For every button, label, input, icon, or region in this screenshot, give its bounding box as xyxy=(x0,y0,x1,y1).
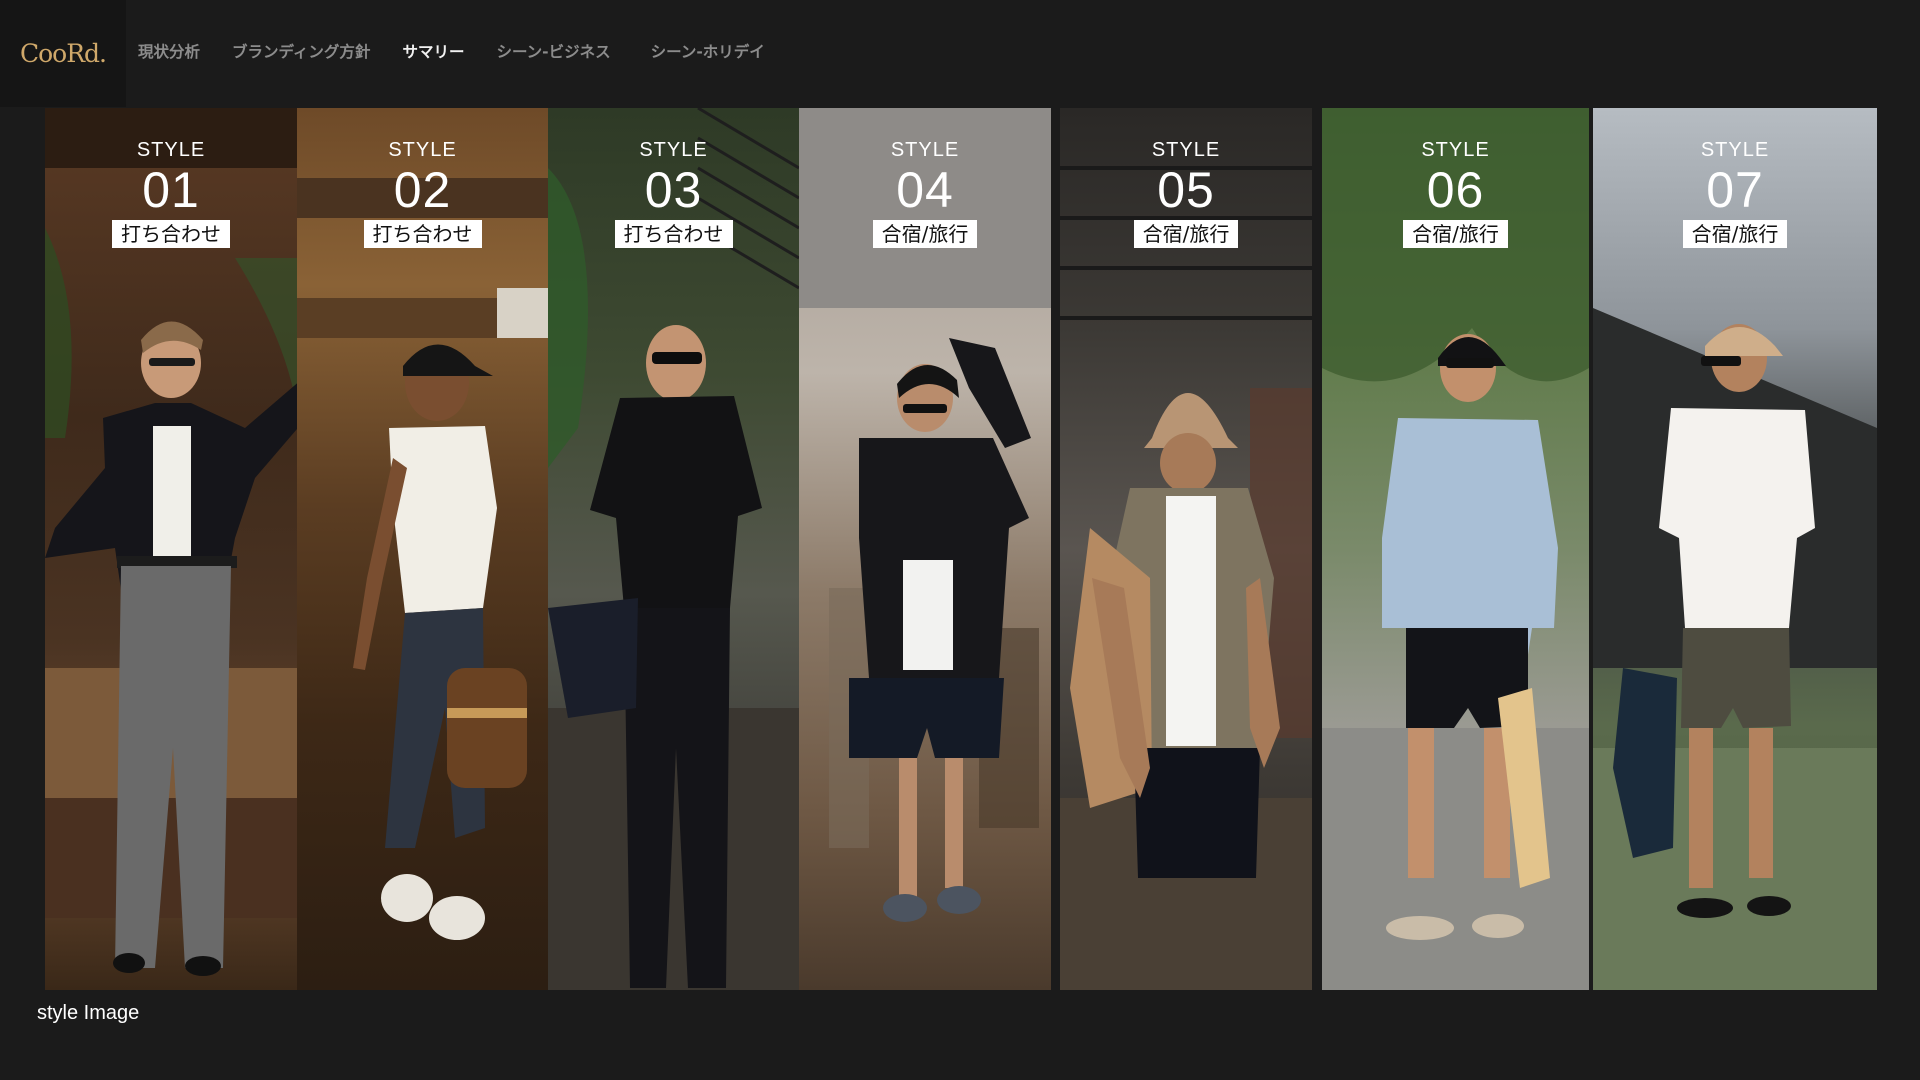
style-01-label: STYLE xyxy=(136,139,206,161)
style-05-number: 05 xyxy=(1157,162,1215,218)
style-panel-06: STYLE 06 合宿/旅行 xyxy=(1322,108,1589,990)
style-panel-01: STYLE 01 打ち合わせ xyxy=(45,108,297,990)
nav-item-branding-policy[interactable]: ブランディング方針 xyxy=(232,40,370,62)
style-02-label: STYLE xyxy=(388,139,457,161)
style-07-header: STYLE 07 合宿/旅行 xyxy=(1593,138,1877,248)
nav-item-scene-business[interactable]: シーン-ビジネス xyxy=(496,40,610,62)
nav-item-summary[interactable]: サマリー xyxy=(402,40,464,62)
style-02-scene-tag: 打ち合わせ xyxy=(363,220,482,248)
style-05-scene-tag: 合宿/旅行 xyxy=(1133,220,1239,248)
style-04-label: STYLE xyxy=(890,139,960,161)
style-07-number: 07 xyxy=(1706,162,1764,218)
style-06-scene-tag: 合宿/旅行 xyxy=(1403,220,1508,248)
style-06-header: STYLE 06 合宿/旅行 xyxy=(1322,138,1589,248)
nav-item-current-analysis[interactable]: 現状分析 xyxy=(138,40,200,62)
style-04-number: 04 xyxy=(896,162,954,218)
style-panel-07: STYLE 07 合宿/旅行 xyxy=(1593,108,1877,990)
style-panel-05: STYLE 05 合宿/旅行 xyxy=(1060,108,1312,990)
style-05-header: STYLE 05 合宿/旅行 xyxy=(1060,138,1312,248)
logo-box[interactable]: CooRd. xyxy=(0,0,126,107)
style-04-scene-tag: 合宿/旅行 xyxy=(872,220,978,248)
top-nav: 現状分析 ブランディング方針 サマリー シーン-ビジネス シーン-ホリデイ xyxy=(138,0,805,102)
style-03-scene-tag: 打ち合わせ xyxy=(614,220,733,248)
style-02-number: 02 xyxy=(393,162,452,218)
nav-item-scene-holiday[interactable]: シーン-ホリデイ xyxy=(651,40,765,62)
style-07-scene-tag: 合宿/旅行 xyxy=(1682,220,1788,248)
style-01-header: STYLE 01 打ち合わせ xyxy=(45,138,297,248)
brand-logo: CooRd. xyxy=(19,39,107,68)
style-image-caption: style Image xyxy=(37,1002,140,1024)
style-04-header: STYLE 04 合宿/旅行 xyxy=(799,138,1051,248)
style-07-label: STYLE xyxy=(1700,139,1770,161)
style-03-header: STYLE 03 打ち合わせ xyxy=(548,138,799,248)
style-06-label: STYLE xyxy=(1421,139,1490,161)
style-panel-03: STYLE 03 打ち合わせ xyxy=(548,108,799,990)
style-05-label: STYLE xyxy=(1151,139,1221,161)
style-01-scene-tag: 打ち合わせ xyxy=(112,220,230,248)
style-03-label: STYLE xyxy=(639,139,708,161)
header-bar: CooRd. 現状分析 ブランディング方針 サマリー シーン-ビジネス シーン-… xyxy=(0,0,1920,107)
style-strip: STYLE 01 打ち合わせ STYLE 02 打ち合わせ STYLE 03 打… xyxy=(45,108,1877,990)
style-03-number: 03 xyxy=(644,162,703,218)
style-01-number: 01 xyxy=(142,162,200,218)
style-panel-02: STYLE 02 打ち合わせ xyxy=(297,108,548,990)
style-panel-04: STYLE 04 合宿/旅行 xyxy=(799,108,1051,990)
style-02-header: STYLE 02 打ち合わせ xyxy=(297,138,548,248)
style-06-number: 06 xyxy=(1426,162,1485,218)
presentation-slide: CooRd. 現状分析 ブランディング方針 サマリー シーン-ビジネス シーン-… xyxy=(0,0,1920,1080)
